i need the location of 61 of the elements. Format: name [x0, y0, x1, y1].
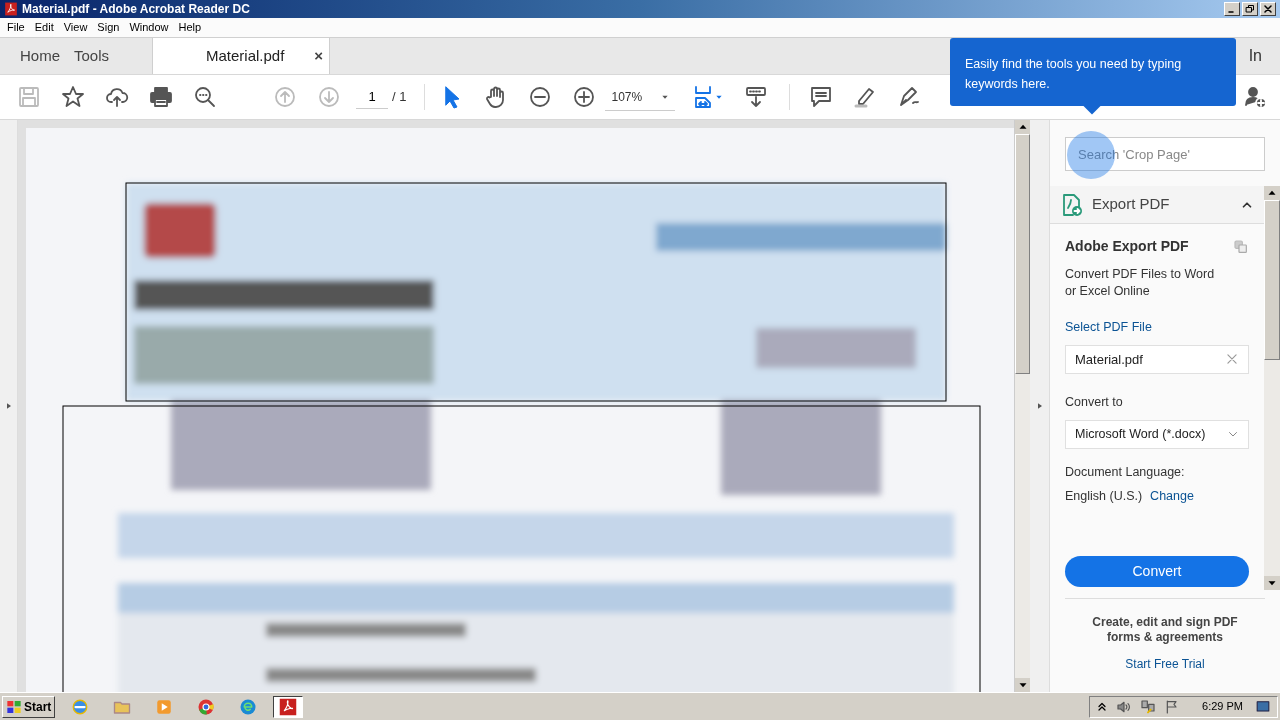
file-field[interactable]: Material.pdf [1065, 344, 1249, 374]
expand-left-panel-icon[interactable] [4, 401, 13, 411]
start-button[interactable]: Start [2, 695, 56, 718]
collapse-right-panel-icon[interactable] [1035, 401, 1044, 411]
print-icon [149, 85, 173, 109]
windows-flag-icon [6, 698, 22, 715]
tooltip: Easily find the tools you need by typing keywords here. [950, 38, 1236, 106]
panel-heading: Adobe Export PDF [1065, 237, 1189, 256]
menu-item[interactable]: Window [124, 19, 174, 36]
scrollbar-thumb[interactable] [1015, 134, 1030, 374]
section-header[interactable]: Export PDF [1050, 186, 1264, 224]
sign-in-link[interactable]: In [1248, 44, 1262, 68]
change-link[interactable]: Change [1150, 487, 1194, 506]
minimize-button[interactable] [1224, 2, 1240, 16]
sign-icon [897, 85, 922, 109]
language-label: Document Language: [1065, 463, 1186, 481]
menu-item[interactable]: Sign [92, 19, 125, 36]
zoom-dropdown[interactable]: 107% [605, 83, 676, 111]
zoom-out-icon [528, 85, 553, 109]
free-trial-link[interactable]: Start Free Trial [1125, 655, 1205, 673]
promo-text: Create, edit and sign PDF forms & agreements [1091, 615, 1239, 645]
save-icon [17, 85, 41, 109]
clock: 6:29 PM [1202, 699, 1243, 715]
select-file-link[interactable]: Select PDF File [1065, 318, 1249, 337]
scroll-mode-icon [744, 85, 769, 109]
dropdown-caret-icon [715, 93, 724, 101]
convert-button[interactable]: Convert [1065, 556, 1249, 587]
share-icon [1243, 85, 1267, 109]
page-number-field[interactable]: 1 [356, 85, 388, 109]
convert-to-label: Convert to [1065, 393, 1124, 411]
chevron-up-icon[interactable] [1096, 700, 1109, 713]
clear-icon[interactable] [1225, 352, 1239, 367]
tab[interactable]: Material.pdf × [153, 38, 330, 74]
acrobat-taskbar-button[interactable] [273, 695, 304, 718]
previous-page-icon [273, 85, 297, 109]
menu-item[interactable]: View [58, 19, 93, 36]
network-icon[interactable] [1140, 698, 1157, 715]
close-tab-button[interactable]: × [314, 44, 323, 68]
next-page-icon [317, 85, 341, 109]
menu-item[interactable]: File [2, 19, 30, 36]
show-desktop-icon[interactable] [1255, 699, 1271, 714]
restore-button[interactable] [1242, 2, 1258, 16]
scrollbar-thumb[interactable] [1264, 200, 1280, 360]
export-pdf-icon [1060, 192, 1084, 217]
pdf-app-icon [279, 697, 298, 716]
chrome-icon[interactable] [197, 697, 216, 716]
zoom-in-icon [572, 85, 597, 109]
browser-icon[interactable] [71, 697, 90, 716]
language-value: English (U.S.) [1065, 488, 1143, 506]
window-title: Material.pdf - Adobe Acrobat Reader DC [22, 1, 250, 18]
search-icon [193, 85, 217, 109]
description-text: Convert PDF Files to Word or Excel Online [1065, 266, 1216, 300]
menu-item[interactable]: Help [173, 19, 207, 36]
pdf-app-icon [4, 2, 18, 16]
format-dropdown[interactable]: Microsoft Word (*.docx) [1065, 419, 1249, 449]
close-button[interactable] [1260, 2, 1276, 16]
bookmark-icon [61, 85, 85, 109]
menu-item[interactable]: Edit [29, 19, 59, 36]
upload-icon [105, 85, 129, 109]
page-total: / 1 [392, 88, 407, 107]
comment-icon [809, 85, 834, 109]
